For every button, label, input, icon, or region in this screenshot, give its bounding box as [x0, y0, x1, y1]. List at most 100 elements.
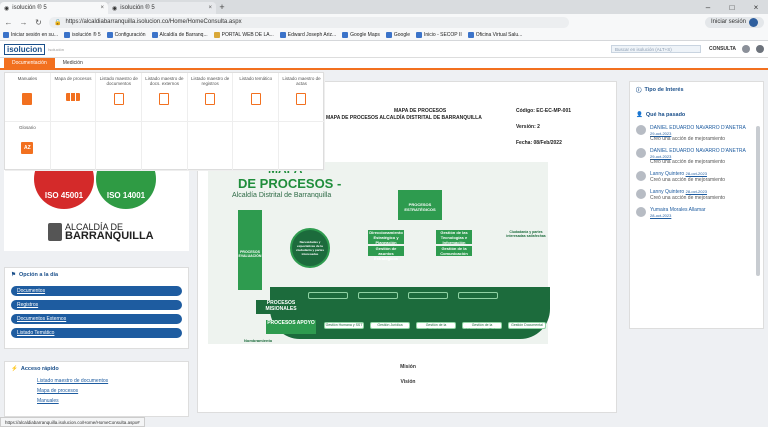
estrategicos-sail: PROCESOS ESTRATÉGICOS	[398, 190, 442, 220]
quick-link[interactable]: Mapa de procesos	[5, 386, 188, 396]
process-map-icon	[66, 93, 81, 101]
badge-label: ISO 45001	[44, 191, 84, 200]
activity-date[interactable]: 28-oct-2023	[686, 189, 707, 194]
person-icon	[636, 125, 646, 135]
process-map-image[interactable]: MAPA DE PROCESOS - Alcaldía Distrital de…	[208, 162, 550, 344]
close-window-button[interactable]: ×	[744, 3, 768, 12]
tab-label: isolución ® 5	[120, 5, 155, 11]
bookmark[interactable]: Google Maps	[342, 32, 380, 38]
new-tab-button[interactable]: +	[216, 2, 228, 12]
activity-date[interactable]: 28-oct-2023	[650, 213, 706, 218]
bookmark[interactable]: Iniciar sesión en su...	[3, 32, 58, 38]
alcaldia-logo: ALCALDÍA DE BARRANQUILLA	[48, 223, 154, 242]
bookmark-label: Edward Joseph Ariz...	[287, 32, 337, 38]
bookmark-label: Google Maps	[350, 32, 380, 38]
person-icon	[636, 171, 646, 181]
menu-item-label: Glosario	[18, 125, 36, 130]
mission-bar	[308, 292, 348, 299]
necesidades-label: Necesidades y expectativas de la ciudada…	[295, 240, 324, 256]
menu-item-tematico[interactable]: Listado temático	[233, 73, 280, 122]
bookmark-label: Iniciar sesión en su...	[11, 32, 58, 38]
mission-bar	[408, 292, 448, 299]
menu-item-label: Listado temático	[239, 76, 273, 81]
bookmark-label: isolución ® 5	[71, 32, 101, 38]
activity-panel: ⓘ Tipo de Interés 👤 Qué ha pasado DANIEL E…	[629, 81, 764, 329]
activity-item[interactable]: Lanny Quintero 28-oct-2023 Creó una acció…	[630, 186, 763, 204]
activity-item[interactable]: Lanny Quintero 28-oct-2023 Creó una acció…	[630, 168, 763, 186]
bookmark[interactable]: Edward Joseph Ariz...	[279, 32, 337, 38]
person-icon	[636, 207, 646, 217]
app-logo[interactable]: isolucion	[4, 43, 46, 55]
back-button[interactable]: ←	[4, 18, 13, 27]
quick-link[interactable]: Manuales	[5, 396, 188, 406]
search-input[interactable]: Buscar en isolución (ALT+S)	[610, 45, 701, 53]
bookmark[interactable]: isolución ® 5	[63, 32, 101, 38]
module-tabs: Documentación Medición	[0, 58, 768, 70]
bookmark-label: Oficina Virtual Salu...	[475, 32, 523, 38]
bookmark[interactable]: Oficina Virtual Salu...	[467, 32, 523, 38]
banner-subtitle: Alcaldía Distrital de Barranquilla	[232, 192, 332, 199]
documentos-externos-link[interactable]: Documentos Externos	[11, 314, 182, 324]
menu-item-actas[interactable]: Listado maestro de actas	[279, 73, 325, 122]
ciudadania-label: Ciudadanía y partes interesadas satisfec…	[506, 230, 546, 238]
favicon-icon: ◉	[112, 5, 118, 12]
documentos-link[interactable]: Documentos	[11, 286, 182, 296]
gear-icon[interactable]	[756, 45, 764, 53]
bookmark[interactable]: Inicio - SECOP II	[416, 32, 462, 38]
activity-message: Creó una acción de mejoramiento	[650, 195, 726, 201]
menu-item-registros[interactable]: Listado maestro de registros	[187, 73, 234, 122]
menu-item-listado-documentos[interactable]: Listado maestro de documentos	[96, 73, 143, 122]
panel-title: Tipo de Interés	[644, 87, 684, 93]
quick-link[interactable]: Listado maestro de documentos	[5, 376, 188, 386]
tab-label: isolución ® 5	[12, 5, 47, 11]
minimize-button[interactable]: –	[696, 3, 720, 12]
browser-tab[interactable]: ◉ isolución ® 5 ×	[108, 2, 216, 14]
app-header: isolucion Isolución Buscar en isolución …	[0, 41, 768, 58]
activity-date[interactable]: 28-oct-2023	[686, 171, 707, 176]
external-doc-icon	[159, 93, 170, 105]
alcaldia-big-text: BARRANQUILLA	[65, 230, 154, 242]
apoyo-item: Gestión de la Contratación	[416, 322, 456, 332]
bookmark-label: Inicio - SECOP II	[424, 32, 462, 38]
mission-bar	[458, 292, 498, 299]
menu-item-manuales[interactable]: Manuales	[5, 73, 51, 122]
user-icon[interactable]	[742, 45, 750, 53]
tab-documentacion[interactable]: Documentación	[4, 58, 55, 68]
menu-item-mapa-procesos[interactable]: Mapa de procesos	[50, 73, 97, 122]
activity-item[interactable]: DANIEL EDUARDO NAVARRO D'ANETRA 29-oct-20…	[630, 122, 763, 145]
close-icon[interactable]: ×	[100, 5, 104, 11]
menu-item-label: Manuales	[17, 76, 38, 81]
panel-title: Opción a la día	[18, 272, 59, 278]
mission-bar	[358, 292, 398, 299]
browser-tab[interactable]: ◉ isolución ® 5 ×	[0, 2, 108, 14]
badge-label: ISO 14001	[106, 191, 146, 200]
close-icon[interactable]: ×	[208, 5, 212, 11]
activity-item[interactable]: DANIEL EDUARDO NAVARRO D'ANETRA 29-oct-20…	[630, 145, 763, 168]
forward-button[interactable]: →	[19, 18, 28, 27]
doc-date: Fecha: 08/Feb/2022	[516, 140, 562, 146]
bookmark[interactable]: PORTAL WEB DE LA...	[213, 32, 274, 38]
maximize-button[interactable]: □	[720, 3, 744, 12]
activity-item[interactable]: Yumaira Morales Allamar 28-oct-2023	[630, 204, 763, 221]
menu-item-docs-externos[interactable]: Listado maestro de docs. externos	[142, 73, 188, 122]
book-icon	[22, 93, 33, 105]
listado-tematico-link[interactable]: Listado Temático	[11, 328, 182, 338]
menu-empty-cell	[96, 122, 143, 171]
bookmark[interactable]: Configuración	[106, 32, 146, 38]
bookmark[interactable]: Alcaldía de Barranq...	[151, 32, 208, 38]
sign-in-button[interactable]: Iniciar sesión	[704, 16, 764, 28]
activity-message: Creó una acción de mejoramiento	[650, 159, 726, 165]
doc-version: Versión: 2	[516, 124, 540, 130]
bookmark[interactable]: Google	[385, 32, 410, 38]
consulta-menu[interactable]: CONSULTA	[709, 46, 736, 52]
menu-item-label: Listado maestro de registros	[190, 76, 230, 86]
registros-link[interactable]: Registros	[11, 300, 182, 310]
panel-title: Qué ha pasado	[645, 112, 686, 118]
scrollbar[interactable]	[756, 126, 760, 276]
reload-button[interactable]: ↻	[34, 18, 43, 27]
url-input[interactable]: 🔒 https://alcaldiabarranquilla.isolucion.…	[49, 16, 569, 28]
strategic-item: Gestión de asuntos Estratégicos	[368, 246, 404, 261]
menu-item-glosario[interactable]: Glosario AZ	[5, 122, 51, 171]
tab-medicion[interactable]: Medición	[55, 58, 91, 68]
flag-icon: ⚑	[11, 272, 16, 278]
